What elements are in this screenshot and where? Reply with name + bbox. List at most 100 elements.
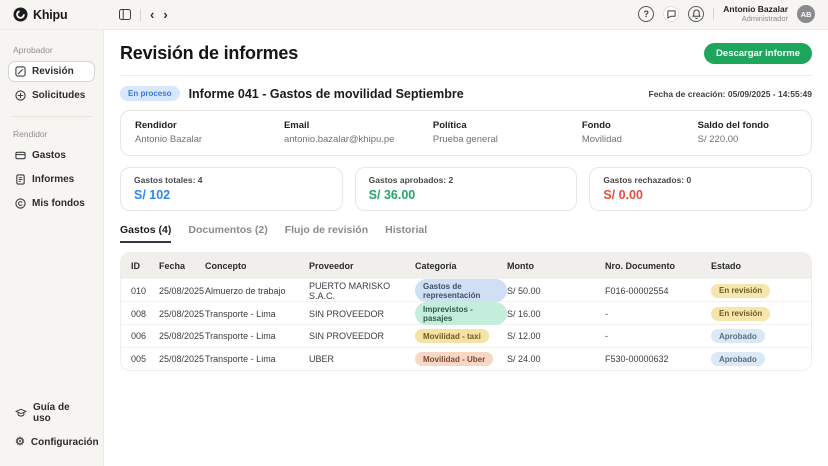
sidebar-item-label: Guía de uso: [33, 402, 88, 424]
col-header-id: ID: [131, 261, 159, 271]
info-label: Política: [433, 120, 582, 131]
state-badge: Aprobado: [711, 352, 765, 366]
stat-value: S/ 0.00: [603, 188, 798, 202]
brand-name: Khipu: [33, 8, 67, 22]
state-badge: Aprobado: [711, 329, 765, 343]
info-label: Rendidor: [135, 120, 284, 131]
cell-documento: -: [605, 309, 711, 319]
notifications-bell-icon[interactable]: [688, 6, 704, 22]
info-value: Movilidad: [582, 134, 698, 145]
table-row: 010 25/08/2025 Almuerzo de trabajo PUERT…: [121, 278, 811, 301]
requests-icon: [15, 90, 26, 101]
page-title: Revisión de informes: [120, 43, 298, 64]
cell-fecha: 25/08/2025: [159, 309, 205, 319]
info-label: Saldo del fondo: [698, 120, 797, 131]
sidebar-item-informes[interactable]: Informes: [8, 169, 95, 190]
sidebar-section-aprobador: Aprobador: [13, 45, 95, 55]
help-icon[interactable]: ?: [638, 6, 654, 22]
sidebar-item-label: Solicitudes: [32, 90, 85, 101]
tabs-bar: Gastos (4) Documentos (2) Flujo de revis…: [120, 224, 812, 243]
cell-concepto: Almuerzo de trabajo: [205, 286, 309, 296]
status-badge: En proceso: [120, 86, 180, 101]
user-role: Administrador: [723, 15, 788, 24]
sidebar-toggle-icon[interactable]: [119, 9, 131, 20]
category-badge: Imprevistos - pasajes: [415, 302, 507, 325]
brand-logo: Khipu: [0, 7, 104, 22]
user-divider: [713, 8, 714, 20]
cell-id: 005: [131, 354, 159, 364]
stat-card-aprobados: Gastos aprobados: 2 S/ 36.00: [355, 167, 578, 211]
sidebar-item-label: Mis fondos: [32, 198, 85, 209]
info-value: Antonio Bazalar: [135, 134, 284, 145]
sidebar-section-rendidor: Rendidor: [13, 129, 95, 139]
col-header-proveedor: Proveedor: [309, 261, 415, 271]
stat-label: Gastos rechazados: 0: [603, 175, 798, 185]
cell-documento: F016-00002554: [605, 286, 711, 296]
main-content: Revisión de informes Descargar informe E…: [104, 30, 828, 466]
cell-concepto: Transporte - Lima: [205, 354, 309, 364]
stat-card-totales: Gastos totales: 4 S/ 102: [120, 167, 343, 211]
category-badge: Movilidad - Uber: [415, 352, 493, 366]
category-badge: Gastos de representación: [415, 279, 507, 302]
sidebar-item-revision[interactable]: Revisión: [8, 61, 95, 82]
nav-back-icon[interactable]: ‹: [150, 8, 154, 21]
tab-historial[interactable]: Historial: [385, 224, 427, 243]
stat-card-rechazados: Gastos rechazados: 0 S/ 0.00: [589, 167, 812, 211]
coin-icon: [15, 198, 26, 209]
col-header-documento: Nro. Documento: [605, 261, 711, 271]
sidebar-item-mis-fondos[interactable]: Mis fondos: [8, 193, 95, 214]
table-row: 006 25/08/2025 Transporte - Lima SIN PRO…: [121, 324, 811, 347]
sidebar-item-solicitudes[interactable]: Solicitudes: [8, 85, 95, 106]
download-report-button[interactable]: Descargar informe: [704, 43, 812, 64]
info-value: Prueba general: [433, 134, 582, 145]
cell-monto: S/ 12.00: [507, 331, 605, 341]
tab-flujo-de-revision[interactable]: Flujo de revisión: [285, 224, 368, 243]
cell-monto: S/ 24.00: [507, 354, 605, 364]
stat-label: Gastos aprobados: 2: [369, 175, 564, 185]
state-badge: En revisión: [711, 307, 770, 321]
cell-proveedor: UBER: [309, 354, 415, 364]
avatar[interactable]: AB: [797, 5, 815, 23]
info-field-email: Email antonio.bazalar@khipu.pe: [284, 120, 433, 145]
tab-documentos[interactable]: Documentos (2): [188, 224, 267, 243]
cell-id: 006: [131, 331, 159, 341]
cell-documento: -: [605, 331, 711, 341]
cell-id: 008: [131, 309, 159, 319]
cell-fecha: 25/08/2025: [159, 331, 205, 341]
cell-concepto: Transporte - Lima: [205, 309, 309, 319]
cell-proveedor: SIN PROVEEDOR: [309, 331, 415, 341]
info-field-saldo: Saldo del fondo S/ 220.00: [698, 120, 797, 145]
sidebar-item-label: Configuración: [31, 437, 99, 448]
sidebar-item-gastos[interactable]: Gastos: [8, 145, 95, 166]
user-menu[interactable]: Antonio Bazalar Administrador: [723, 5, 788, 23]
header-divider: [120, 75, 812, 76]
table-row: 005 25/08/2025 Transporte - Lima UBER Mo…: [121, 347, 811, 370]
nav-forward-icon[interactable]: ›: [163, 8, 167, 21]
info-field-politica: Política Prueba general: [433, 120, 582, 145]
cell-proveedor: SIN PROVEEDOR: [309, 309, 415, 319]
edit-icon: [15, 66, 26, 77]
chat-icon[interactable]: [663, 6, 679, 22]
category-badge: Movilidad - taxi: [415, 329, 489, 343]
col-header-categoria: Categoría: [415, 261, 507, 271]
sidebar-item-label: Revisión: [32, 66, 74, 77]
info-value: S/ 220.00: [698, 134, 797, 145]
graduation-cap-icon: [15, 408, 27, 418]
info-value: antonio.bazalar@khipu.pe: [284, 134, 433, 145]
cell-fecha: 25/08/2025: [159, 286, 205, 296]
table-row: 008 25/08/2025 Transporte - Lima SIN PRO…: [121, 301, 811, 324]
cell-monto: S/ 50.00: [507, 286, 605, 296]
info-field-rendidor: Rendidor Antonio Bazalar: [135, 120, 284, 145]
cell-monto: S/ 16.00: [507, 309, 605, 319]
tab-gastos[interactable]: Gastos (4): [120, 224, 171, 243]
report-name: Informe 041 - Gastos de movilidad Septie…: [189, 87, 464, 101]
expenses-table: ID Fecha Concepto Proveedor Categoría Mo…: [120, 252, 812, 371]
info-label: Email: [284, 120, 433, 131]
topnav-divider: [140, 9, 141, 21]
sidebar-item-guia-de-uso[interactable]: Guía de uso: [8, 397, 95, 429]
sidebar-item-configuracion[interactable]: ⚙ Configuración: [8, 432, 95, 453]
report-created-date: Fecha de creación: 05/09/2025 - 14:55:49: [649, 89, 812, 99]
cell-proveedor: PUERTO MARISKO S.A.C.: [309, 281, 415, 301]
gear-icon: ⚙: [15, 437, 25, 448]
cell-documento: F530-00000632: [605, 354, 711, 364]
